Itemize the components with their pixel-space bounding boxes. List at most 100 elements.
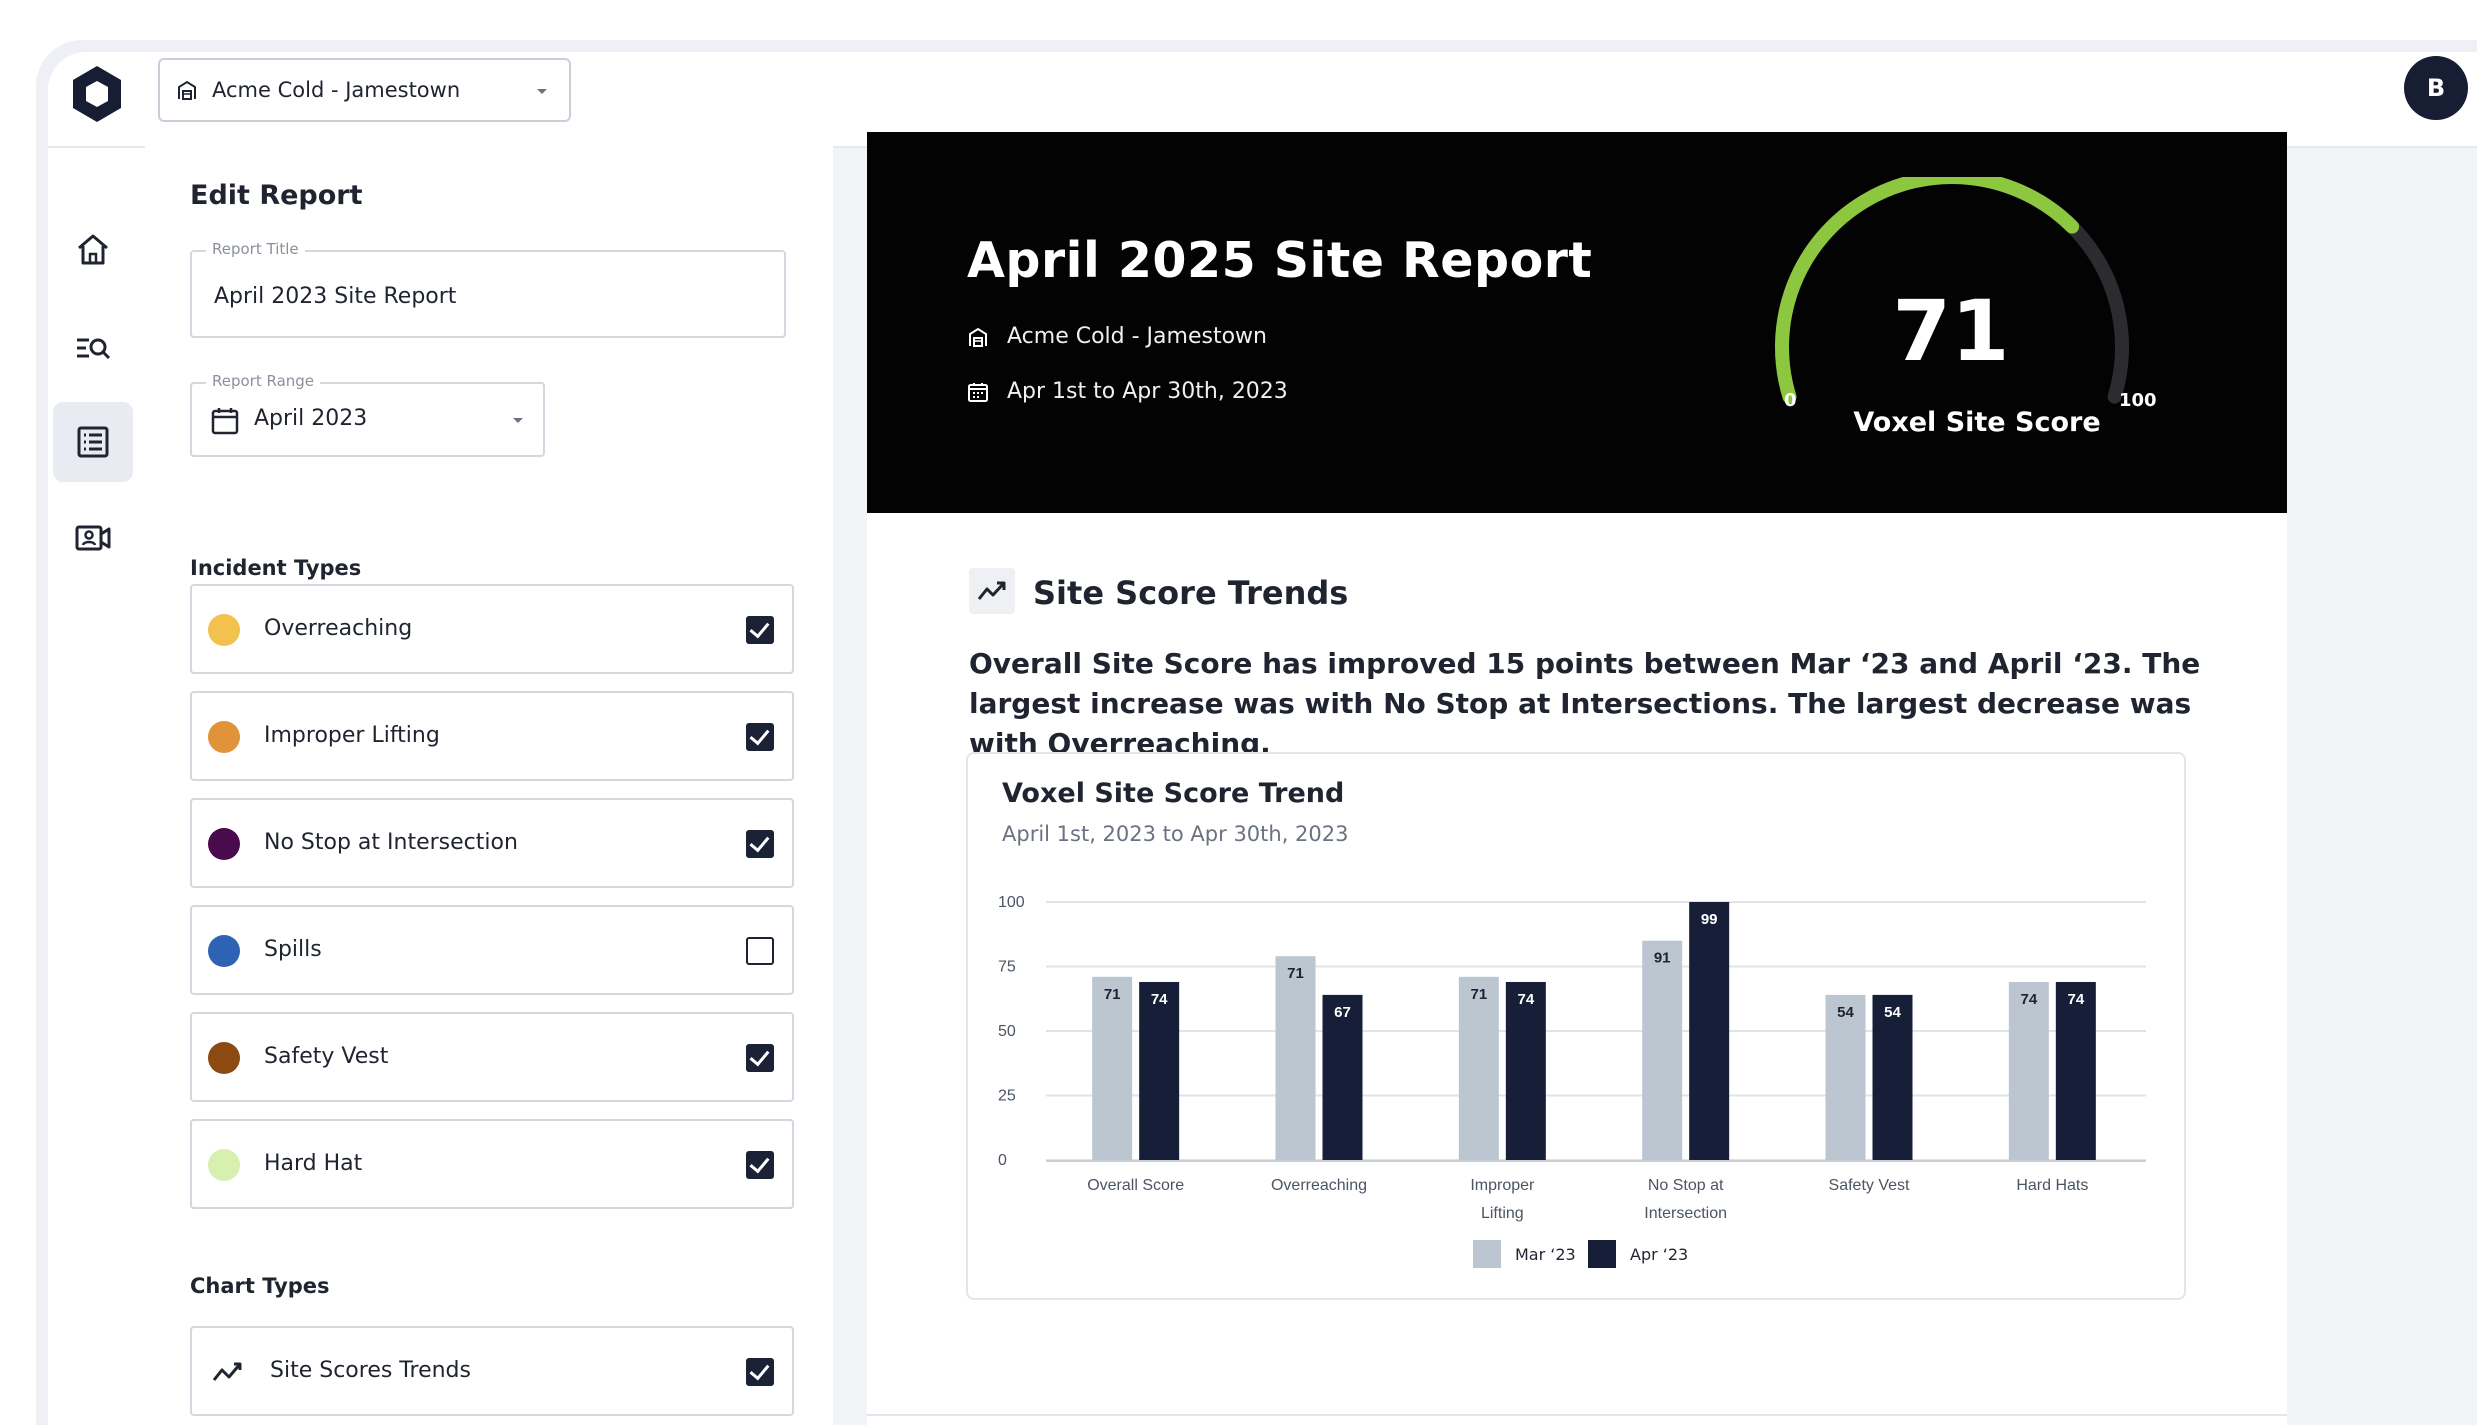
y-tick-label: 0 [998,1152,1007,1169]
bar-value-label: 67 [1334,1004,1351,1021]
edit-report-panel: Edit Report Report Title April 2023 Site… [145,132,833,1425]
x-tick-label: Overreaching [1271,1177,1367,1194]
x-tick-label: Intersection [1644,1205,1727,1222]
report-range-value: April 2023 [254,406,368,431]
chart-type-checkbox[interactable] [746,1358,774,1386]
bar-value-label: 54 [1884,1004,1901,1021]
incident-type-option[interactable]: Improper Lifting [190,691,794,781]
incident-type-option[interactable]: Overreaching [190,584,794,674]
calendar-icon [211,408,239,435]
bar-value-label: 99 [1701,911,1718,928]
incident-type-checkbox[interactable] [746,616,774,644]
report-list-icon [77,426,109,458]
report-hero: April 2025 Site Report Acme Cold - James… [867,132,2287,513]
sidebar-item-home[interactable] [53,210,133,290]
bar-mar [1092,976,1133,1160]
bar-mar [1642,940,1683,1160]
report-site-name: Acme Cold - Jamestown [1007,324,1267,349]
x-tick-label: Overall Score [1087,1177,1184,1194]
x-tick-label: Safety Vest [1829,1177,1910,1194]
bar-value-label: 54 [1837,1004,1854,1021]
legend-swatch-mar [1473,1240,1501,1268]
trend-icon [977,581,1006,600]
bar-value-label: 71 [1104,986,1121,1003]
incident-color-dot [208,614,240,646]
incident-type-label: Overreaching [264,616,413,641]
incident-color-dot [208,935,240,967]
chevron-down-icon [537,89,547,94]
gauge-max-label: 100 [2119,390,2157,411]
bar-value-label: 71 [1470,986,1487,1003]
chart-type-label: Site Scores Trends [270,1358,471,1383]
chevron-down-icon [513,418,523,423]
x-tick-label: Hard Hats [2016,1177,2088,1194]
user-avatar[interactable]: B [2404,56,2468,120]
site-score-value: 71 [1892,282,2010,380]
trends-summary: Overall Site Score has improved 15 point… [969,647,2201,760]
incident-type-option[interactable]: Safety Vest [190,1012,794,1102]
sidebar [48,148,158,1425]
bar-mar [1458,976,1499,1160]
x-tick-label: Improper [1470,1177,1535,1194]
report-title-field[interactable]: Report Title April 2023 Site Report [190,240,786,338]
incident-color-dot [208,721,240,753]
y-tick-label: 75 [998,959,1016,976]
incident-type-option[interactable]: No Stop at Intersection [190,798,794,888]
building-icon [178,80,196,100]
sidebar-item-reports[interactable] [53,402,133,482]
legend-swatch-apr [1588,1240,1616,1268]
incident-type-option[interactable]: Hard Hat [190,1119,794,1209]
trend-icon [212,1362,242,1381]
incident-type-checkbox[interactable] [746,1151,774,1179]
sidebar-item-search[interactable] [53,308,133,388]
x-tick-label: Lifting [1481,1205,1524,1222]
incident-type-label: No Stop at Intersection [264,830,518,855]
report-date-row: Apr 1st to Apr 30th, 2023 [967,379,1288,404]
y-tick-label: 50 [998,1023,1016,1040]
report-title-value: April 2023 Site Report [214,284,457,309]
report-site-row: Acme Cold - Jamestown [967,324,1267,349]
voxel-logo-icon[interactable] [70,64,124,124]
incident-type-checkbox[interactable] [746,937,774,965]
chart-types-heading: Chart Types [190,1274,330,1298]
bar-value-label: 91 [1654,950,1671,967]
legend-label-mar: Mar ‘23 [1515,1244,1576,1264]
bar-apr [1689,902,1730,1160]
report-preview: April 2025 Site Report Acme Cold - James… [867,132,2287,1425]
sidebar-item-video[interactable] [53,498,133,578]
site-score-label: Voxel Site Score [1853,407,2101,438]
bar-value-label: 74 [2067,991,2084,1008]
incident-type-checkbox[interactable] [746,723,774,751]
gauge-min-label: 0 [1784,390,1797,411]
incident-type-option[interactable]: Spills [190,905,794,995]
bar-value-label: 74 [1517,991,1534,1008]
incident-type-label: Spills [264,937,322,962]
bar-value-label: 74 [1151,991,1168,1008]
report-range-label: Report Range [206,372,321,390]
incident-type-label: Safety Vest [264,1044,389,1069]
bar-value-label: 74 [2020,991,2037,1008]
edit-report-title: Edit Report [190,180,363,211]
report-date-range: Apr 1st to Apr 30th, 2023 [1007,379,1288,404]
legend-label-apr: Apr ‘23 [1630,1244,1689,1264]
y-tick-label: 100 [998,894,1025,911]
building-icon [969,327,987,347]
trend-icon-badge [969,568,1015,614]
incident-type-checkbox[interactable] [746,1044,774,1072]
incident-type-checkbox[interactable] [746,830,774,858]
site-selector[interactable]: Acme Cold - Jamestown [158,58,571,122]
bar-apr [2055,981,2096,1160]
incident-type-label: Improper Lifting [264,723,440,748]
bar-chart: 0 25 50 75 100 71 74 Overall Score 71 67 Overreach… [998,894,2146,1222]
y-tick-label: 25 [998,1088,1016,1105]
chart-type-option[interactable]: Site Scores Trends [190,1326,794,1416]
bar-value-label: 71 [1287,965,1304,982]
report-title-label: Report Title [206,240,305,258]
report-range-select[interactable]: Report Range April 2023 [190,372,545,457]
incident-types-heading: Incident Types [190,556,362,580]
divider [867,1414,2287,1416]
report-title: April 2025 Site Report [967,232,1593,289]
incident-color-dot [208,1042,240,1074]
legend-item-mar: Mar ‘23 [1473,1240,1576,1268]
bar-apr [1505,981,1546,1160]
